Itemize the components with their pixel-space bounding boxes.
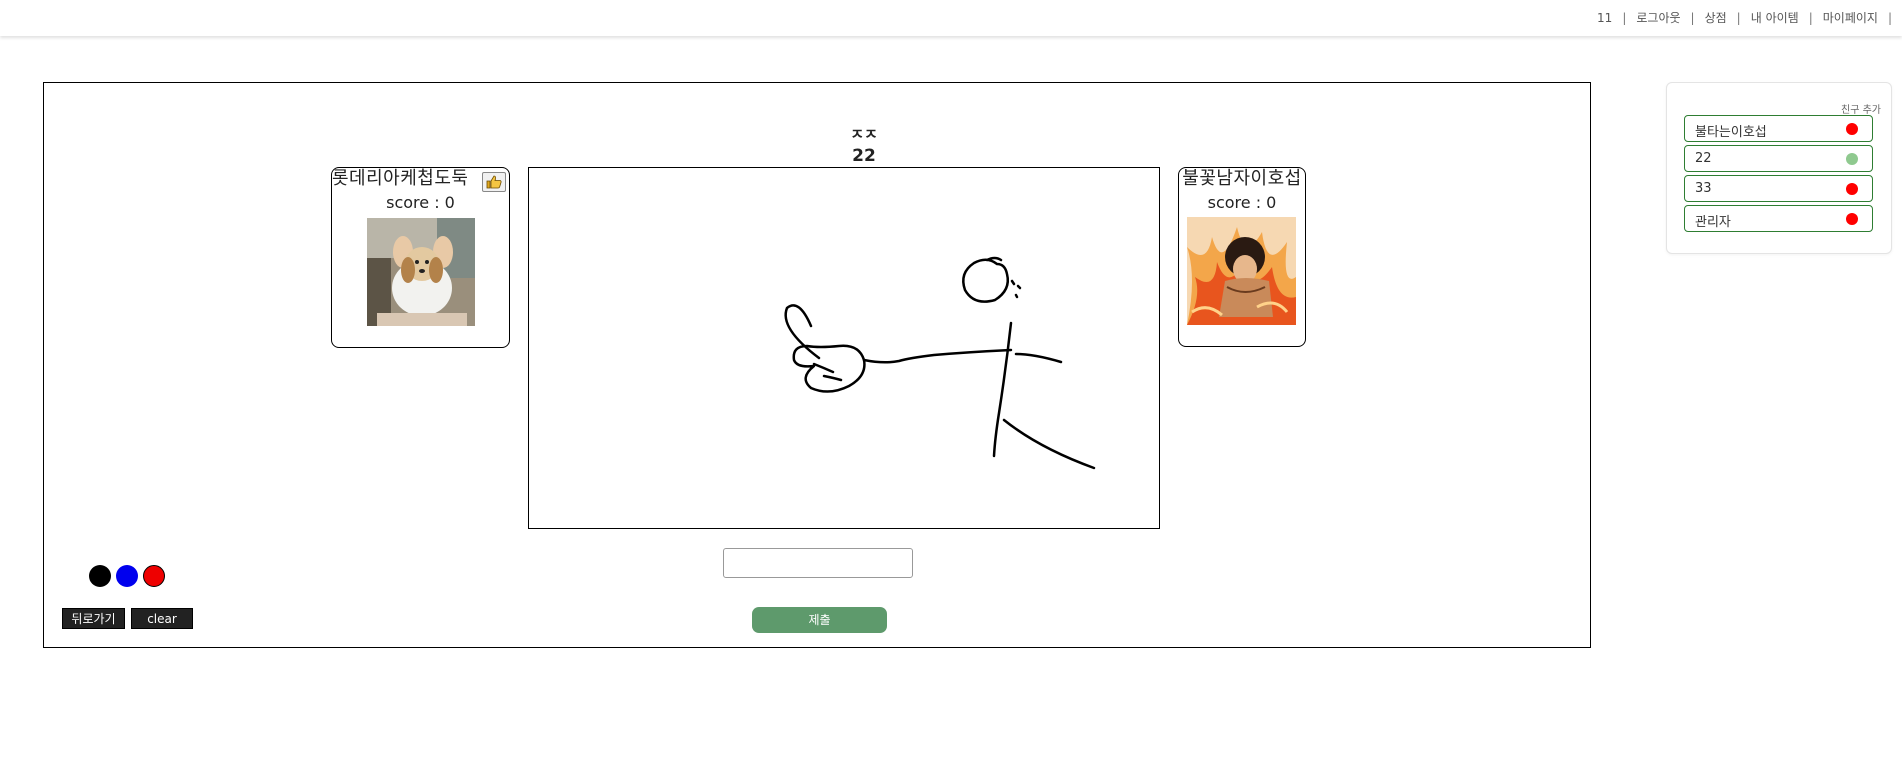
friend-name: 33 [1695,181,1712,196]
friend-item[interactable]: 22 [1684,145,1873,172]
top-nav: 11 | 로그아웃 | 상점 | 내 아이템 | 마이페이지 | [1597,9,1902,26]
player-score: score : 0 [386,193,455,212]
like-button[interactable] [482,172,506,192]
nav-separator: | [1690,11,1695,25]
drawing-strokes [784,256,1096,470]
player-card-right: 불꽃남자이호섭 score : 0 [1178,167,1306,347]
color-red[interactable] [143,565,165,587]
drawing-canvas[interactable] [528,167,1160,529]
my-items-link[interactable]: 내 아이템 [1751,9,1799,26]
answer-input[interactable] [723,548,913,578]
player-score: score : 0 [1207,193,1277,212]
color-blue[interactable] [116,565,138,587]
thumbs-up-icon [486,175,502,189]
user-id: 11 [1597,11,1613,25]
nav-separator: | [1736,11,1741,25]
friend-item[interactable]: 33 [1684,175,1873,202]
status-dot-icon [1846,213,1858,225]
submit-button[interactable]: 제출 [752,607,887,633]
top-bar: 11 | 로그아웃 | 상점 | 내 아이템 | 마이페이지 | [0,0,1902,36]
player-name: 불꽃남자이호섭 [1182,168,1302,189]
color-black[interactable] [89,565,111,587]
friend-name: 관리자 [1695,215,1731,230]
friend-item[interactable]: 관리자 [1684,205,1873,232]
timer: 22 [852,146,876,166]
game-stage: ㅈㅈ 22 롯데리아케첩도둑 score : 0 불꽃남자이호섭 score:… [43,82,1591,648]
player-card-left: 롯데리아케첩도둑 score : 0 [331,167,510,348]
add-friend-link[interactable]: 친구 추가 [1841,101,1881,116]
friend-name: 불타는이호섭 [1695,125,1767,140]
friend-name: 22 [1695,151,1712,166]
logout-link[interactable]: 로그아웃 [1636,9,1680,26]
shop-link[interactable]: 상점 [1705,9,1727,26]
status-dot-icon [1846,183,1858,195]
friends-panel: 친구 추가 불타는이호섭 22 33 관리자 [1666,82,1892,254]
player-avatar [367,218,475,326]
quiz-word: ㅈㅈ [850,125,878,143]
nav-separator: | [1808,11,1813,25]
friend-item[interactable]: 불타는이호섭 [1684,115,1873,142]
back-button[interactable]: 뒤로가기 [62,608,125,629]
status-dot-icon [1846,123,1858,135]
nav-separator: | [1887,11,1892,25]
nav-separator: | [1622,11,1627,25]
clear-button[interactable]: clear [131,608,193,629]
status-dot-icon [1846,153,1858,165]
my-page-link[interactable]: 마이페이지 [1823,9,1878,26]
player-avatar [1187,217,1296,325]
